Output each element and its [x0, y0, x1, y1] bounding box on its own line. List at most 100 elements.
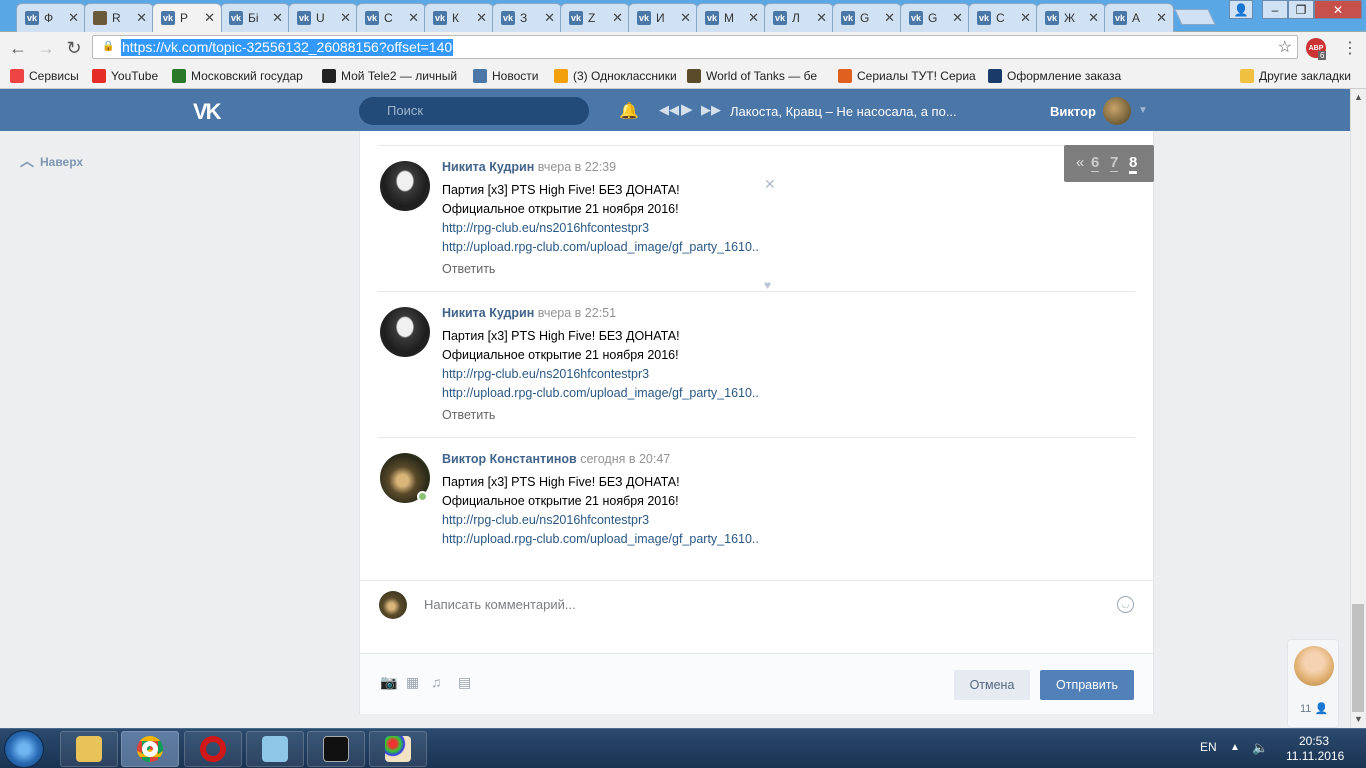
music-note-icon[interactable]: ♫: [431, 674, 442, 690]
back-to-top-button[interactable]: ︿ Наверх: [20, 151, 83, 171]
chat-avatar[interactable]: [1294, 646, 1334, 686]
close-tab-icon[interactable]: ✕: [1020, 10, 1031, 26]
browser-tab[interactable]: vk И ✕: [628, 3, 698, 32]
comment-input[interactable]: Написать комментарий...: [424, 597, 576, 612]
close-tab-icon[interactable]: ✕: [884, 10, 895, 26]
forward-arrow-icon[interactable]: →: [35, 37, 57, 59]
play-icon[interactable]: ▶: [681, 100, 693, 118]
address-bar[interactable]: 🔒 https://vk.com/topic-32556132_26088156…: [92, 35, 1298, 59]
close-tab-icon[interactable]: ✕: [680, 10, 691, 26]
emoji-smile-icon[interactable]: ◡: [1117, 596, 1134, 613]
camera-icon[interactable]: 📷: [380, 674, 397, 691]
comment-avatar[interactable]: [380, 307, 430, 357]
bookmark-item[interactable]: Новости: [473, 68, 545, 84]
bookmark-item[interactable]: (3) Одноклассники: [554, 68, 678, 84]
browser-tab[interactable]: vk З ✕: [492, 3, 562, 32]
bookmark-star-icon[interactable]: ☆: [1278, 37, 1292, 57]
comment-link[interactable]: http://upload.rpg-club.com/upload_image/…: [442, 532, 759, 546]
start-button[interactable]: [4, 730, 44, 768]
video-icon[interactable]: ▦: [406, 674, 419, 691]
browser-tab[interactable]: vk Ж ✕: [1036, 3, 1106, 32]
taskbar-opera[interactable]: [184, 731, 242, 767]
bookmark-item[interactable]: Оформление заказа: [988, 68, 1128, 84]
system-clock[interactable]: 20:53 11.11.2016: [1286, 734, 1344, 764]
back-arrow-icon[interactable]: ←: [7, 37, 29, 59]
chevron-down-icon[interactable]: ▼: [1138, 105, 1148, 116]
close-tab-icon[interactable]: ✕: [272, 10, 283, 26]
minimize-button[interactable]: –: [1262, 0, 1288, 19]
bookmark-item[interactable]: World of Tanks — бе: [687, 68, 827, 84]
volume-icon[interactable]: 🔈: [1252, 740, 1268, 756]
browser-tab[interactable]: vk С ✕: [356, 3, 426, 32]
close-tab-icon[interactable]: ✕: [204, 10, 215, 26]
reply-button[interactable]: Ответить: [442, 408, 495, 422]
reply-button[interactable]: Ответить: [442, 262, 495, 276]
browser-tab[interactable]: vk Р ✕: [152, 3, 222, 32]
close-tab-icon[interactable]: ✕: [1156, 10, 1167, 26]
search-input[interactable]: Поиск: [359, 97, 589, 125]
bookmark-item[interactable]: Сервисы: [10, 68, 82, 84]
header-user-name[interactable]: Виктор: [1050, 104, 1096, 119]
comment-link[interactable]: http://upload.rpg-club.com/upload_image/…: [442, 240, 759, 254]
bookmark-item[interactable]: Сериалы ТУТ! Сериа: [838, 68, 978, 84]
browser-tab[interactable]: vk Ф ✕: [16, 3, 86, 32]
taskbar-paint[interactable]: [369, 731, 427, 767]
browser-tab[interactable]: vk Л ✕: [764, 3, 834, 32]
taskbar-cmd[interactable]: [307, 731, 365, 767]
new-tab-button[interactable]: [1174, 9, 1216, 25]
browser-tab[interactable]: vk С ✕: [968, 3, 1038, 32]
comment-date[interactable]: вчера в 22:39: [538, 160, 616, 174]
bookmark-item[interactable]: Московский государ: [172, 68, 312, 84]
like-heart-icon[interactable]: ♥: [764, 278, 771, 292]
comment-date[interactable]: вчера в 22:51: [538, 306, 616, 320]
scroll-up-arrow-icon[interactable]: ▲: [1354, 92, 1363, 102]
pager-current-page[interactable]: 8: [1129, 154, 1138, 174]
bookmark-item[interactable]: Мой Tele2 — личный: [322, 68, 460, 84]
comment-link[interactable]: http://rpg-club.eu/ns2016hfcontestpr3: [442, 513, 649, 527]
close-tab-icon[interactable]: ✕: [748, 10, 759, 26]
comment-link[interactable]: http://rpg-club.eu/ns2016hfcontestpr3: [442, 221, 649, 235]
reload-icon[interactable]: ↻: [63, 37, 85, 59]
pager-page[interactable]: 7: [1110, 154, 1119, 172]
close-tab-icon[interactable]: ✕: [340, 10, 351, 26]
scroll-down-arrow-icon[interactable]: ▼: [1354, 714, 1363, 724]
browser-tab[interactable]: vk U ✕: [288, 3, 358, 32]
comment-avatar[interactable]: [380, 161, 430, 211]
taskbar-explorer[interactable]: [60, 731, 118, 767]
close-tab-icon[interactable]: ✕: [612, 10, 623, 26]
browser-tab[interactable]: vk М ✕: [696, 3, 766, 32]
close-tab-icon[interactable]: ✕: [136, 10, 147, 26]
tray-expand-icon[interactable]: ▲: [1230, 742, 1240, 753]
comment-link[interactable]: http://upload.rpg-club.com/upload_image/…: [442, 386, 759, 400]
send-button[interactable]: Отправить: [1040, 670, 1134, 700]
now-playing-track[interactable]: Лакоста, Кравц – Не насосала, а по...: [730, 104, 957, 119]
language-indicator[interactable]: EN: [1200, 740, 1217, 754]
close-tab-icon[interactable]: ✕: [408, 10, 419, 26]
scrollbar-thumb[interactable]: [1352, 604, 1364, 712]
comment-author[interactable]: Виктор Константинов: [442, 452, 577, 466]
document-icon[interactable]: ▤: [458, 674, 471, 691]
close-tab-icon[interactable]: ✕: [816, 10, 827, 26]
close-tab-icon[interactable]: ✕: [1088, 10, 1099, 26]
bookmark-item[interactable]: YouTube: [92, 68, 164, 84]
browser-tab[interactable]: vk А ✕: [1104, 3, 1174, 32]
cancel-button[interactable]: Отмена: [954, 670, 1030, 700]
taskbar-notepad[interactable]: [246, 731, 304, 767]
vk-logo[interactable]: VK: [193, 99, 222, 125]
browser-tab[interactable]: vk G ✕: [832, 3, 902, 32]
previous-track-icon[interactable]: ◀◀: [659, 102, 679, 118]
comment-author[interactable]: Никита Кудрин: [442, 160, 534, 174]
close-tab-icon[interactable]: ✕: [68, 10, 79, 26]
comment-date[interactable]: сегодня в 20:47: [580, 452, 670, 466]
close-window-button[interactable]: ✕: [1314, 0, 1362, 19]
comment-author[interactable]: Никита Кудрин: [442, 306, 534, 320]
notifications-bell-icon[interactable]: 🔔: [619, 101, 639, 121]
browser-tab[interactable]: R ✕: [84, 3, 154, 32]
close-tab-icon[interactable]: ✕: [544, 10, 555, 26]
delete-comment-icon[interactable]: ✕: [764, 176, 776, 193]
header-avatar[interactable]: [1103, 97, 1131, 125]
comment-link[interactable]: http://rpg-club.eu/ns2016hfcontestpr3: [442, 367, 649, 381]
pager-page[interactable]: 6: [1091, 154, 1100, 172]
browser-tab[interactable]: vk G ✕: [900, 3, 970, 32]
user-profile-icon[interactable]: 👤: [1229, 0, 1253, 19]
